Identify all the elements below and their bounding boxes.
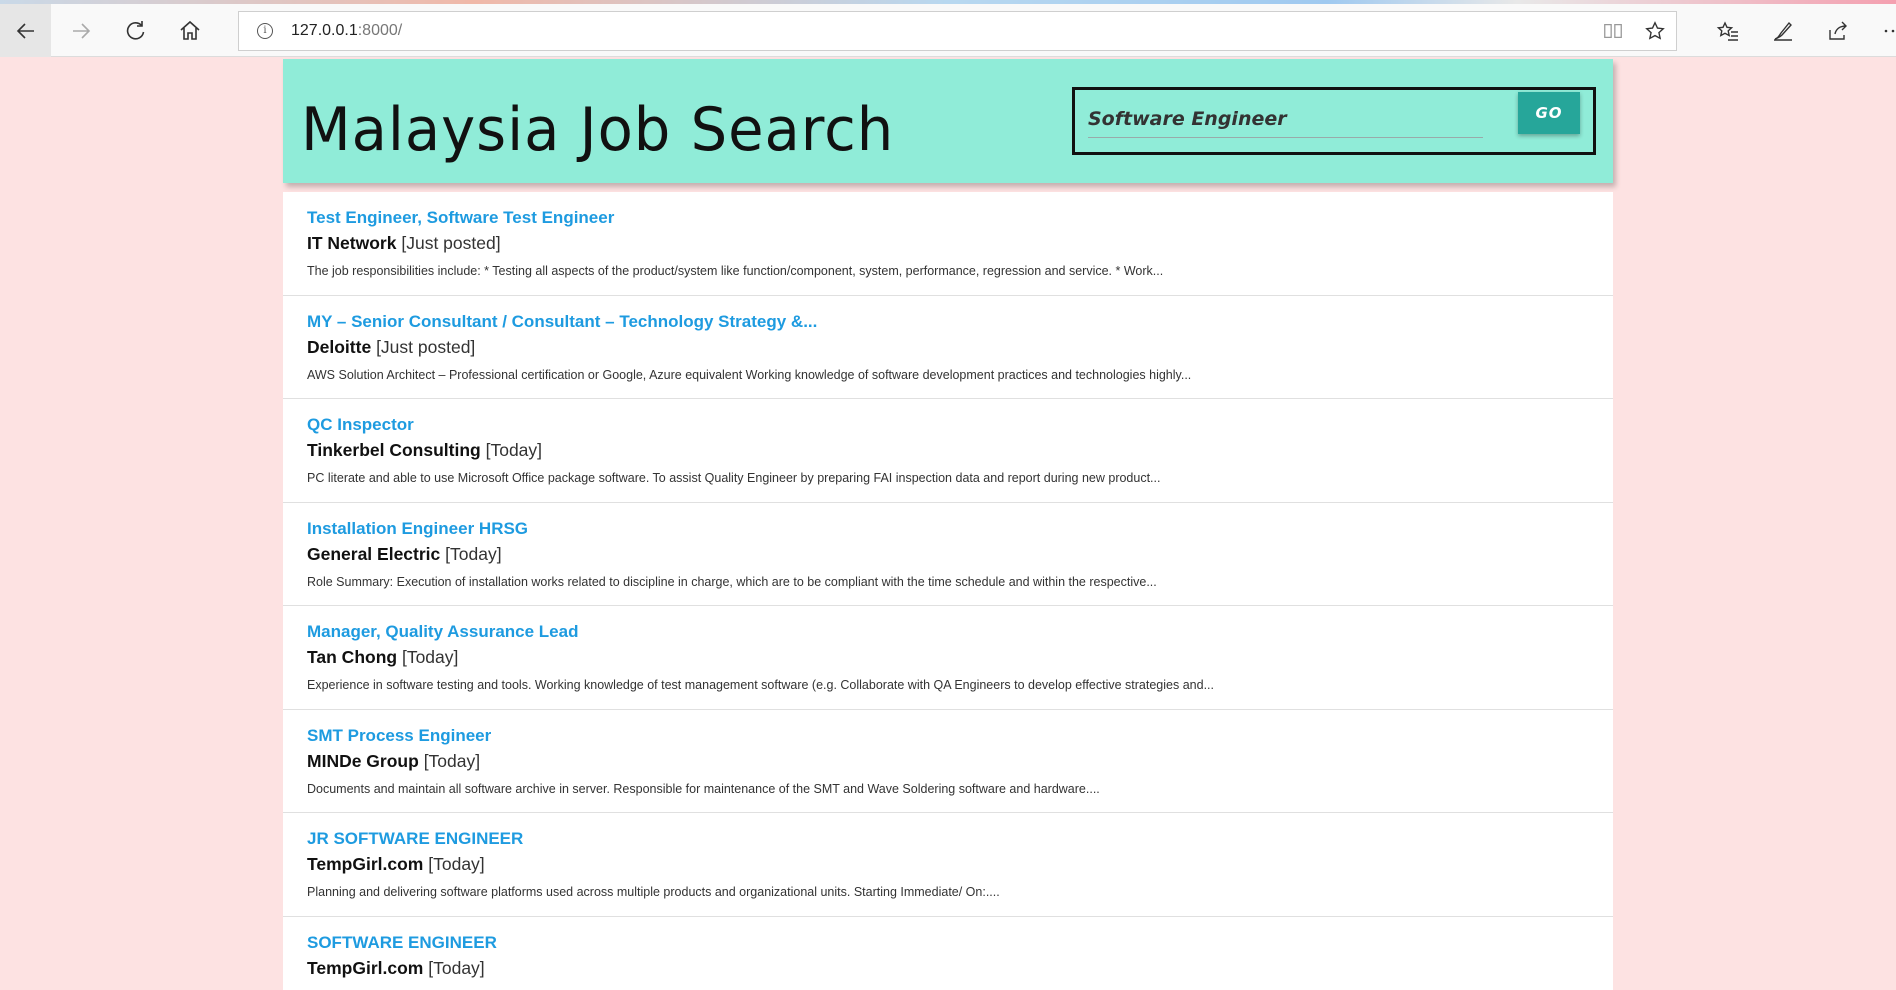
job-company: TempGirl.com [307, 957, 424, 978]
job-item: JR SOFTWARE ENGINEER TempGirl.com [Today… [283, 813, 1613, 917]
job-item: Test Engineer, Software Test Engineer IT… [283, 192, 1613, 296]
site-header: Malaysia Job Search GO [283, 59, 1613, 183]
job-description: AWS Solution Architect – Professional ce… [307, 367, 1192, 382]
web-note-button[interactable] [1755, 4, 1810, 57]
job-posted: [Today] [445, 543, 502, 564]
site-info-icon[interactable]: i [257, 23, 273, 39]
pen-icon [1773, 21, 1792, 41]
job-description: Documents and maintain all software arch… [307, 781, 1100, 796]
job-posted: [Today] [485, 440, 543, 460]
job-title-link[interactable]: Manager, Quality Assurance Lead [307, 622, 1613, 642]
search-form: GO [1072, 87, 1596, 155]
more-button[interactable] [1865, 4, 1896, 57]
job-company: TempGirl.com [307, 854, 424, 874]
share-icon [1828, 21, 1847, 40]
job-title-link[interactable]: QC Inspector [307, 415, 1613, 435]
favorite-star-icon[interactable] [1634, 20, 1676, 42]
job-title-link[interactable]: Test Engineer, Software Test Engineer [307, 208, 1613, 228]
job-item: QC Inspector Tinkerbel Consulting [Today… [283, 399, 1613, 503]
favorites-list-icon [1716, 20, 1738, 41]
job-posted: [Today] [401, 647, 459, 667]
job-title-link[interactable]: SOFTWARE ENGINEER [307, 933, 1613, 953]
job-posted: [Today] [428, 957, 485, 978]
job-description: Experience in software testing and tools… [307, 678, 1214, 692]
url-path: :8000/ [357, 22, 403, 39]
job-description: The job responsibilities include: * Test… [307, 264, 1164, 278]
job-item: MY – Senior Consultant / Consultant – Te… [283, 296, 1613, 399]
job-company: Tan Chong [307, 647, 398, 667]
job-posted: [Today] [423, 750, 481, 771]
arrow-left-icon [16, 22, 34, 39]
job-title-link[interactable]: MY – Senior Consultant / Consultant – Te… [307, 312, 1613, 332]
favorites-hub-button[interactable] [1700, 4, 1755, 57]
job-title-link[interactable]: Installation Engineer HRSG [307, 519, 1613, 539]
go-button[interactable]: GO [1518, 92, 1580, 134]
more-dots-icon [1884, 29, 1894, 32]
browser-toolbar: i 127.0.0.1:8000/ [0, 4, 1896, 57]
job-list: Test Engineer, Software Test Engineer IT… [283, 192, 1613, 990]
job-company: General Electric [307, 543, 441, 564]
home-button[interactable] [163, 4, 217, 57]
job-title-link[interactable]: SMT Process Engineer [307, 726, 1613, 746]
job-description: Role Summary: Execution of installation … [307, 574, 1157, 589]
job-description: Planning and delivering software platfor… [307, 885, 1000, 899]
job-posted: [Today] [428, 854, 485, 874]
job-company: IT Network [307, 233, 397, 253]
reload-icon [126, 20, 145, 40]
job-item: Installation Engineer HRSG General Elect… [283, 503, 1613, 606]
url-host: 127.0.0.1 [291, 22, 358, 39]
forward-button[interactable] [54, 4, 108, 57]
site-title: Malaysia Job Search [301, 95, 895, 165]
job-company: Deloitte [307, 336, 372, 357]
reload-button[interactable] [109, 4, 163, 57]
reading-view-icon[interactable] [1592, 20, 1634, 42]
arrow-right-icon [73, 22, 91, 39]
job-company: Tinkerbel Consulting [307, 440, 481, 460]
home-icon [180, 20, 200, 40]
job-description: PC literate and able to use Microsoft Of… [307, 471, 1161, 485]
job-posted: [Just posted] [376, 336, 476, 357]
job-title-link[interactable]: JR SOFTWARE ENGINEER [307, 829, 1613, 849]
job-item: Manager, Quality Assurance Lead Tan Chon… [283, 606, 1613, 710]
job-company: MINDe Group [307, 750, 419, 771]
search-input[interactable] [1088, 100, 1483, 138]
job-posted: [Just posted] [401, 233, 501, 253]
share-button[interactable] [1810, 4, 1865, 57]
back-button[interactable] [0, 4, 51, 57]
job-item: SOFTWARE ENGINEER TempGirl.com [Today] [283, 917, 1613, 990]
address-bar[interactable]: i 127.0.0.1:8000/ [238, 11, 1677, 51]
job-item: SMT Process Engineer MINDe Group [Today]… [283, 710, 1613, 813]
